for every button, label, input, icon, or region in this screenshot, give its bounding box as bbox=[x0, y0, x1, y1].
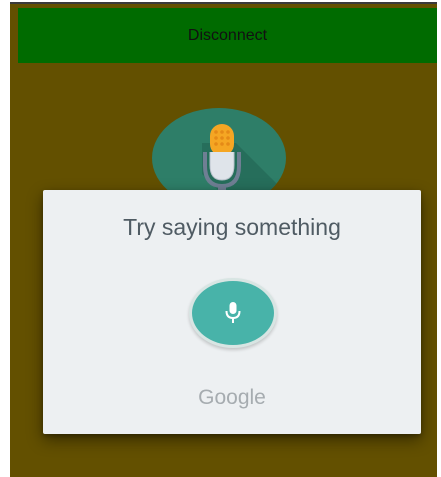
microphone-icon bbox=[225, 302, 241, 323]
voice-mic-button[interactable] bbox=[189, 278, 277, 348]
google-logo: Google bbox=[198, 386, 266, 409]
dialog-prompt: Try saying something bbox=[123, 214, 341, 240]
disconnect-button[interactable]: Disconnect bbox=[18, 8, 437, 63]
voice-search-dialog: Try saying something Google bbox=[43, 190, 421, 434]
